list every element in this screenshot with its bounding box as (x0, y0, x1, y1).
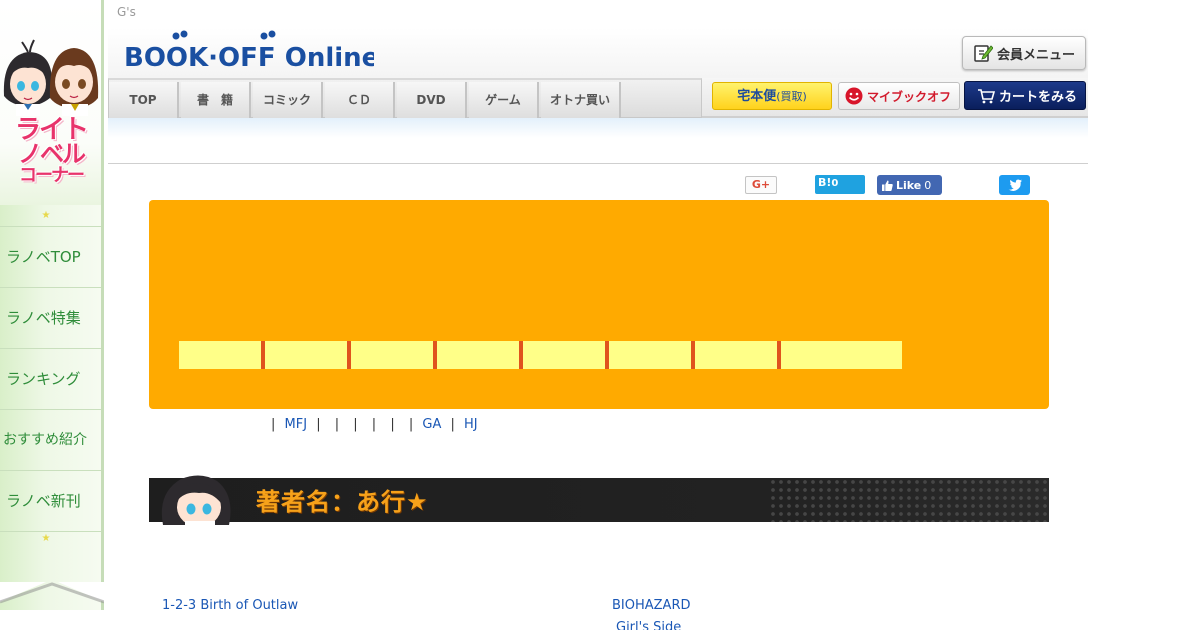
tab-game[interactable]: ゲーム (469, 82, 539, 118)
publisher-link-mfj[interactable]: MFJ (285, 417, 308, 432)
corner-title-line-1: ライト (14, 115, 89, 145)
thumbs-up-icon (882, 180, 893, 191)
link-separator: | (334, 417, 340, 432)
link-separator: | (390, 417, 395, 432)
google-plus-button[interactable]: G+ (745, 176, 777, 194)
link-separator: | (271, 417, 276, 432)
publisher-link-hj[interactable]: HJ (464, 417, 478, 432)
tab-top[interactable]: TOP (109, 82, 179, 118)
view-cart-label: カートをみる (999, 90, 1078, 105)
twitter-bird-icon (1008, 179, 1022, 191)
link-separator: | (408, 417, 414, 432)
sidebar-bottom-arrow (0, 582, 104, 604)
link-separator: | (450, 417, 455, 432)
mascot-girls-illustration (3, 39, 99, 116)
sidebar-item-new-releases[interactable]: ラノベ新刊 (0, 470, 101, 531)
facebook-like-button[interactable]: Like 0 (877, 175, 942, 195)
bookoff-online-logo[interactable]: BOOK·OFF Online (124, 30, 374, 74)
star-icon: ★ (41, 533, 51, 544)
star-icon: ★ (406, 488, 429, 516)
book-title-link[interactable]: 1-2-3 Birth of Outlaw (162, 598, 298, 613)
smile-icon (845, 87, 863, 105)
gs-label: G's (117, 5, 136, 19)
takuhaibin-sub-label: (買取) (776, 90, 807, 103)
link-separator: | (316, 417, 321, 432)
link-separator: | (371, 417, 377, 432)
label-tab[interactable] (179, 341, 265, 369)
label-tab[interactable] (523, 341, 609, 369)
divider-line (108, 163, 1088, 164)
page: ライト ノベル コーナー ★ ラノベTOP ラノベ特集 ランキング おすすめ紹介… (0, 0, 1200, 630)
facebook-like-label: Like (896, 178, 922, 192)
my-bookoff-label: マイブックオフ (867, 89, 952, 104)
star-icon: ★ (41, 210, 51, 221)
label-tab[interactable] (609, 341, 695, 369)
tab-comics[interactable]: コミック (253, 82, 323, 118)
label-tab[interactable] (351, 341, 437, 369)
publisher-link-ga[interactable]: GA (422, 417, 441, 432)
link-separator: | (353, 417, 358, 432)
hatena-bookmark-button[interactable]: B!0 (815, 175, 865, 194)
book-title-link[interactable]: Girl's Side (616, 620, 681, 630)
author-section-title-text: 著者名：あ行 (256, 488, 406, 516)
facebook-like-count: 0 (924, 178, 932, 192)
label-tab[interactable] (781, 341, 902, 369)
header-shadow (108, 118, 1088, 138)
hatena-count: 0 (831, 178, 839, 189)
halftone-dots (769, 478, 1049, 522)
publisher-links: | MFJ | | | | | | GA | HJ (271, 417, 478, 432)
label-tab[interactable] (437, 341, 523, 369)
tab-cd[interactable]: ＣＤ (325, 82, 395, 118)
sidebar-item-ranobe-feature[interactable]: ラノベ特集 (0, 287, 101, 348)
mascot-avatar-illustration (161, 475, 231, 525)
member-menu-button[interactable]: 会員メニュー (962, 36, 1086, 70)
label-tab-row (179, 341, 902, 369)
takuhaibin-button[interactable]: 宅本便(買取) (712, 82, 832, 110)
sidebar-item-ranobe-top[interactable]: ラノベTOP (0, 226, 101, 287)
edit-note-icon (974, 45, 993, 62)
sidebar-item-recommendations[interactable]: おすすめ紹介 (0, 409, 101, 470)
corner-title-line-2: ノベル (18, 140, 86, 168)
author-section-title: 著者名：あ行★ (256, 482, 429, 517)
corner-title-line-3: コーナー (19, 165, 85, 186)
takuhaibin-label: 宅本便 (737, 89, 777, 104)
tab-books[interactable]: 書 籍 (181, 82, 251, 118)
tab-bulk-buy[interactable]: オトナ買い (541, 82, 621, 118)
label-navigation-banner (149, 200, 1049, 409)
svg-text:BOOK·OFF Online: BOOK·OFF Online (124, 43, 374, 73)
cart-icon (978, 88, 995, 103)
sidebar-nav: ラノベTOP ラノベ特集 ランキング おすすめ紹介 ラノベ新刊 (0, 226, 101, 532)
label-tab[interactable] (265, 341, 351, 369)
twitter-share-button[interactable] (999, 175, 1030, 195)
view-cart-button[interactable]: カートをみる (964, 81, 1086, 110)
member-menu-label: 会員メニュー (997, 47, 1076, 63)
sidebar-item-ranking[interactable]: ランキング (0, 348, 101, 409)
tab-dvd[interactable]: DVD (397, 82, 467, 118)
my-bookoff-button[interactable]: マイブックオフ (838, 82, 960, 110)
hatena-logo: B! (818, 176, 832, 189)
book-title-link[interactable]: BIOHAZARD (612, 598, 691, 613)
main-tab-bar: TOP 書 籍 コミック ＣＤ DVD ゲーム オトナ買い (108, 78, 702, 118)
light-novel-sidebar: ライト ノベル コーナー ★ ラノベTOP ラノベ特集 ランキング おすすめ紹介… (0, 0, 104, 610)
label-tab[interactable] (695, 341, 781, 369)
light-novel-corner-title: ライト ノベル コーナー (2, 115, 100, 186)
